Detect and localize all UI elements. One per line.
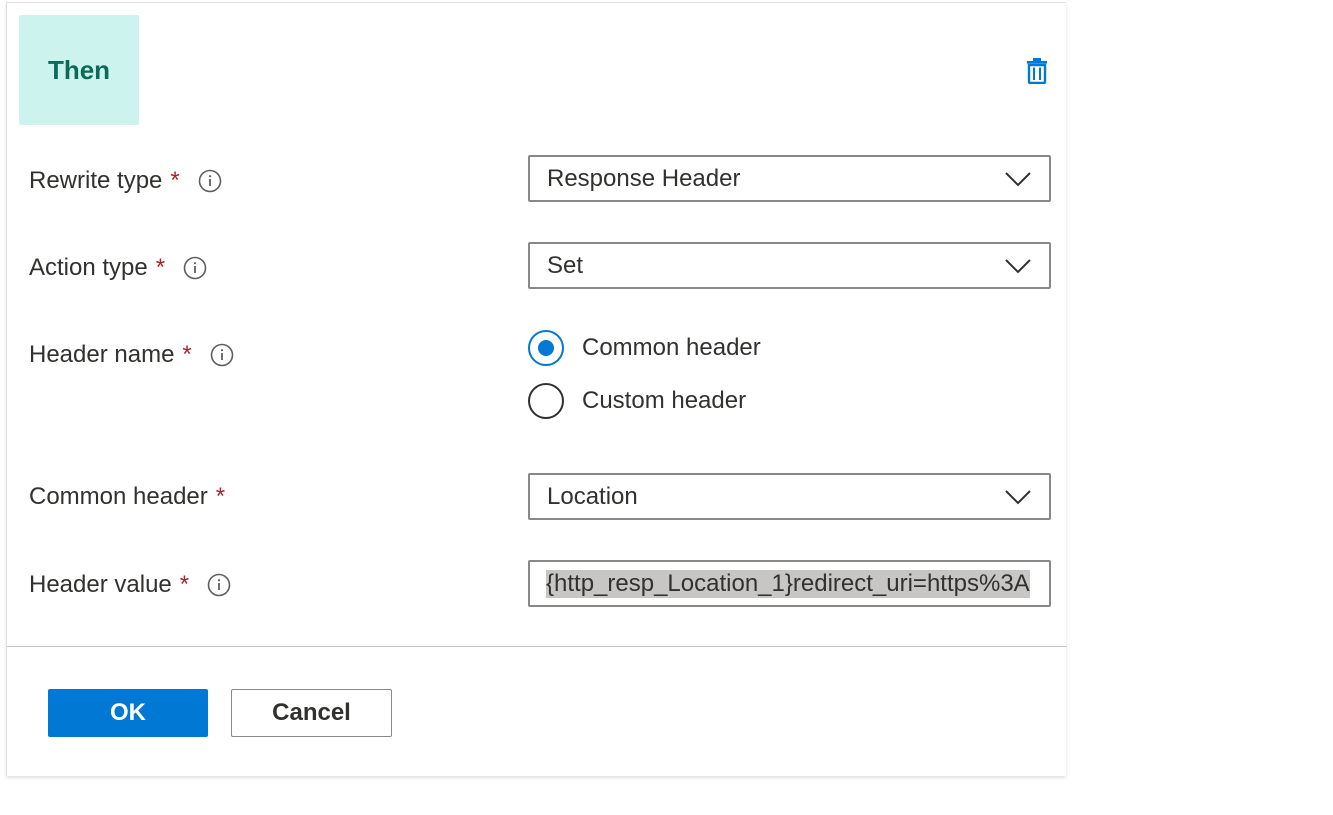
required-mark: * [215,483,226,510]
info-icon[interactable] [183,256,207,280]
common-header-dropdown[interactable]: Location [528,473,1051,520]
common-header-value: Location [547,482,638,510]
info-icon[interactable] [210,343,234,367]
ok-button[interactable]: OK [48,689,208,737]
footer-divider [7,646,1067,647]
header-value-input[interactable]: {http_resp_Location_1}redirect_uri=https… [528,560,1051,607]
rewrite-type-label-row: Rewrite type * [29,163,222,199]
trash-icon [1027,58,1047,84]
common-header-radio-label: Common header [582,334,761,361]
info-icon[interactable] [198,169,222,193]
cancel-button[interactable]: Cancel [231,689,392,737]
required-mark: * [182,341,192,368]
action-type-label-row: Action type * [29,250,207,286]
header-name-label: Header name [29,341,175,368]
header-value-label-row: Header value * [29,567,231,603]
rewrite-type-value: Response Header [547,164,741,192]
radio-checked-icon[interactable] [528,330,564,366]
radio-dot [538,340,554,356]
then-badge-label: Then [47,54,111,85]
header-value-label: Header value [29,571,172,598]
common-header-radio[interactable]: Common header [528,330,761,366]
common-header-label: Common header [29,483,208,510]
delete-button[interactable] [1023,55,1051,87]
header-value-text: {http_resp_Location_1}redirect_uri=https… [546,569,1030,598]
required-mark: * [155,254,166,281]
action-type-label: Action type [29,254,148,281]
required-mark: * [170,167,180,194]
action-type-dropdown[interactable]: Set [528,242,1051,289]
required-mark: * [179,571,190,598]
radio-unchecked-icon[interactable] [528,383,564,419]
header-name-label-row: Header name * [29,337,234,373]
rewrite-type-dropdown[interactable]: Response Header [528,155,1051,202]
custom-header-radio[interactable]: Custom header [528,383,746,419]
chevron-down-icon [1003,256,1033,276]
action-type-value: Set [547,251,584,279]
info-icon[interactable] [207,573,231,597]
chevron-down-icon [1003,169,1033,189]
rewrite-action-panel: Then Rewrite type * Response Header Acti… [6,2,1067,776]
common-header-label-row: Common header * [29,479,225,515]
rewrite-type-label: Rewrite type [29,167,163,194]
then-badge: Then [19,15,139,125]
custom-header-radio-label: Custom header [582,387,747,414]
chevron-down-icon [1003,487,1033,507]
